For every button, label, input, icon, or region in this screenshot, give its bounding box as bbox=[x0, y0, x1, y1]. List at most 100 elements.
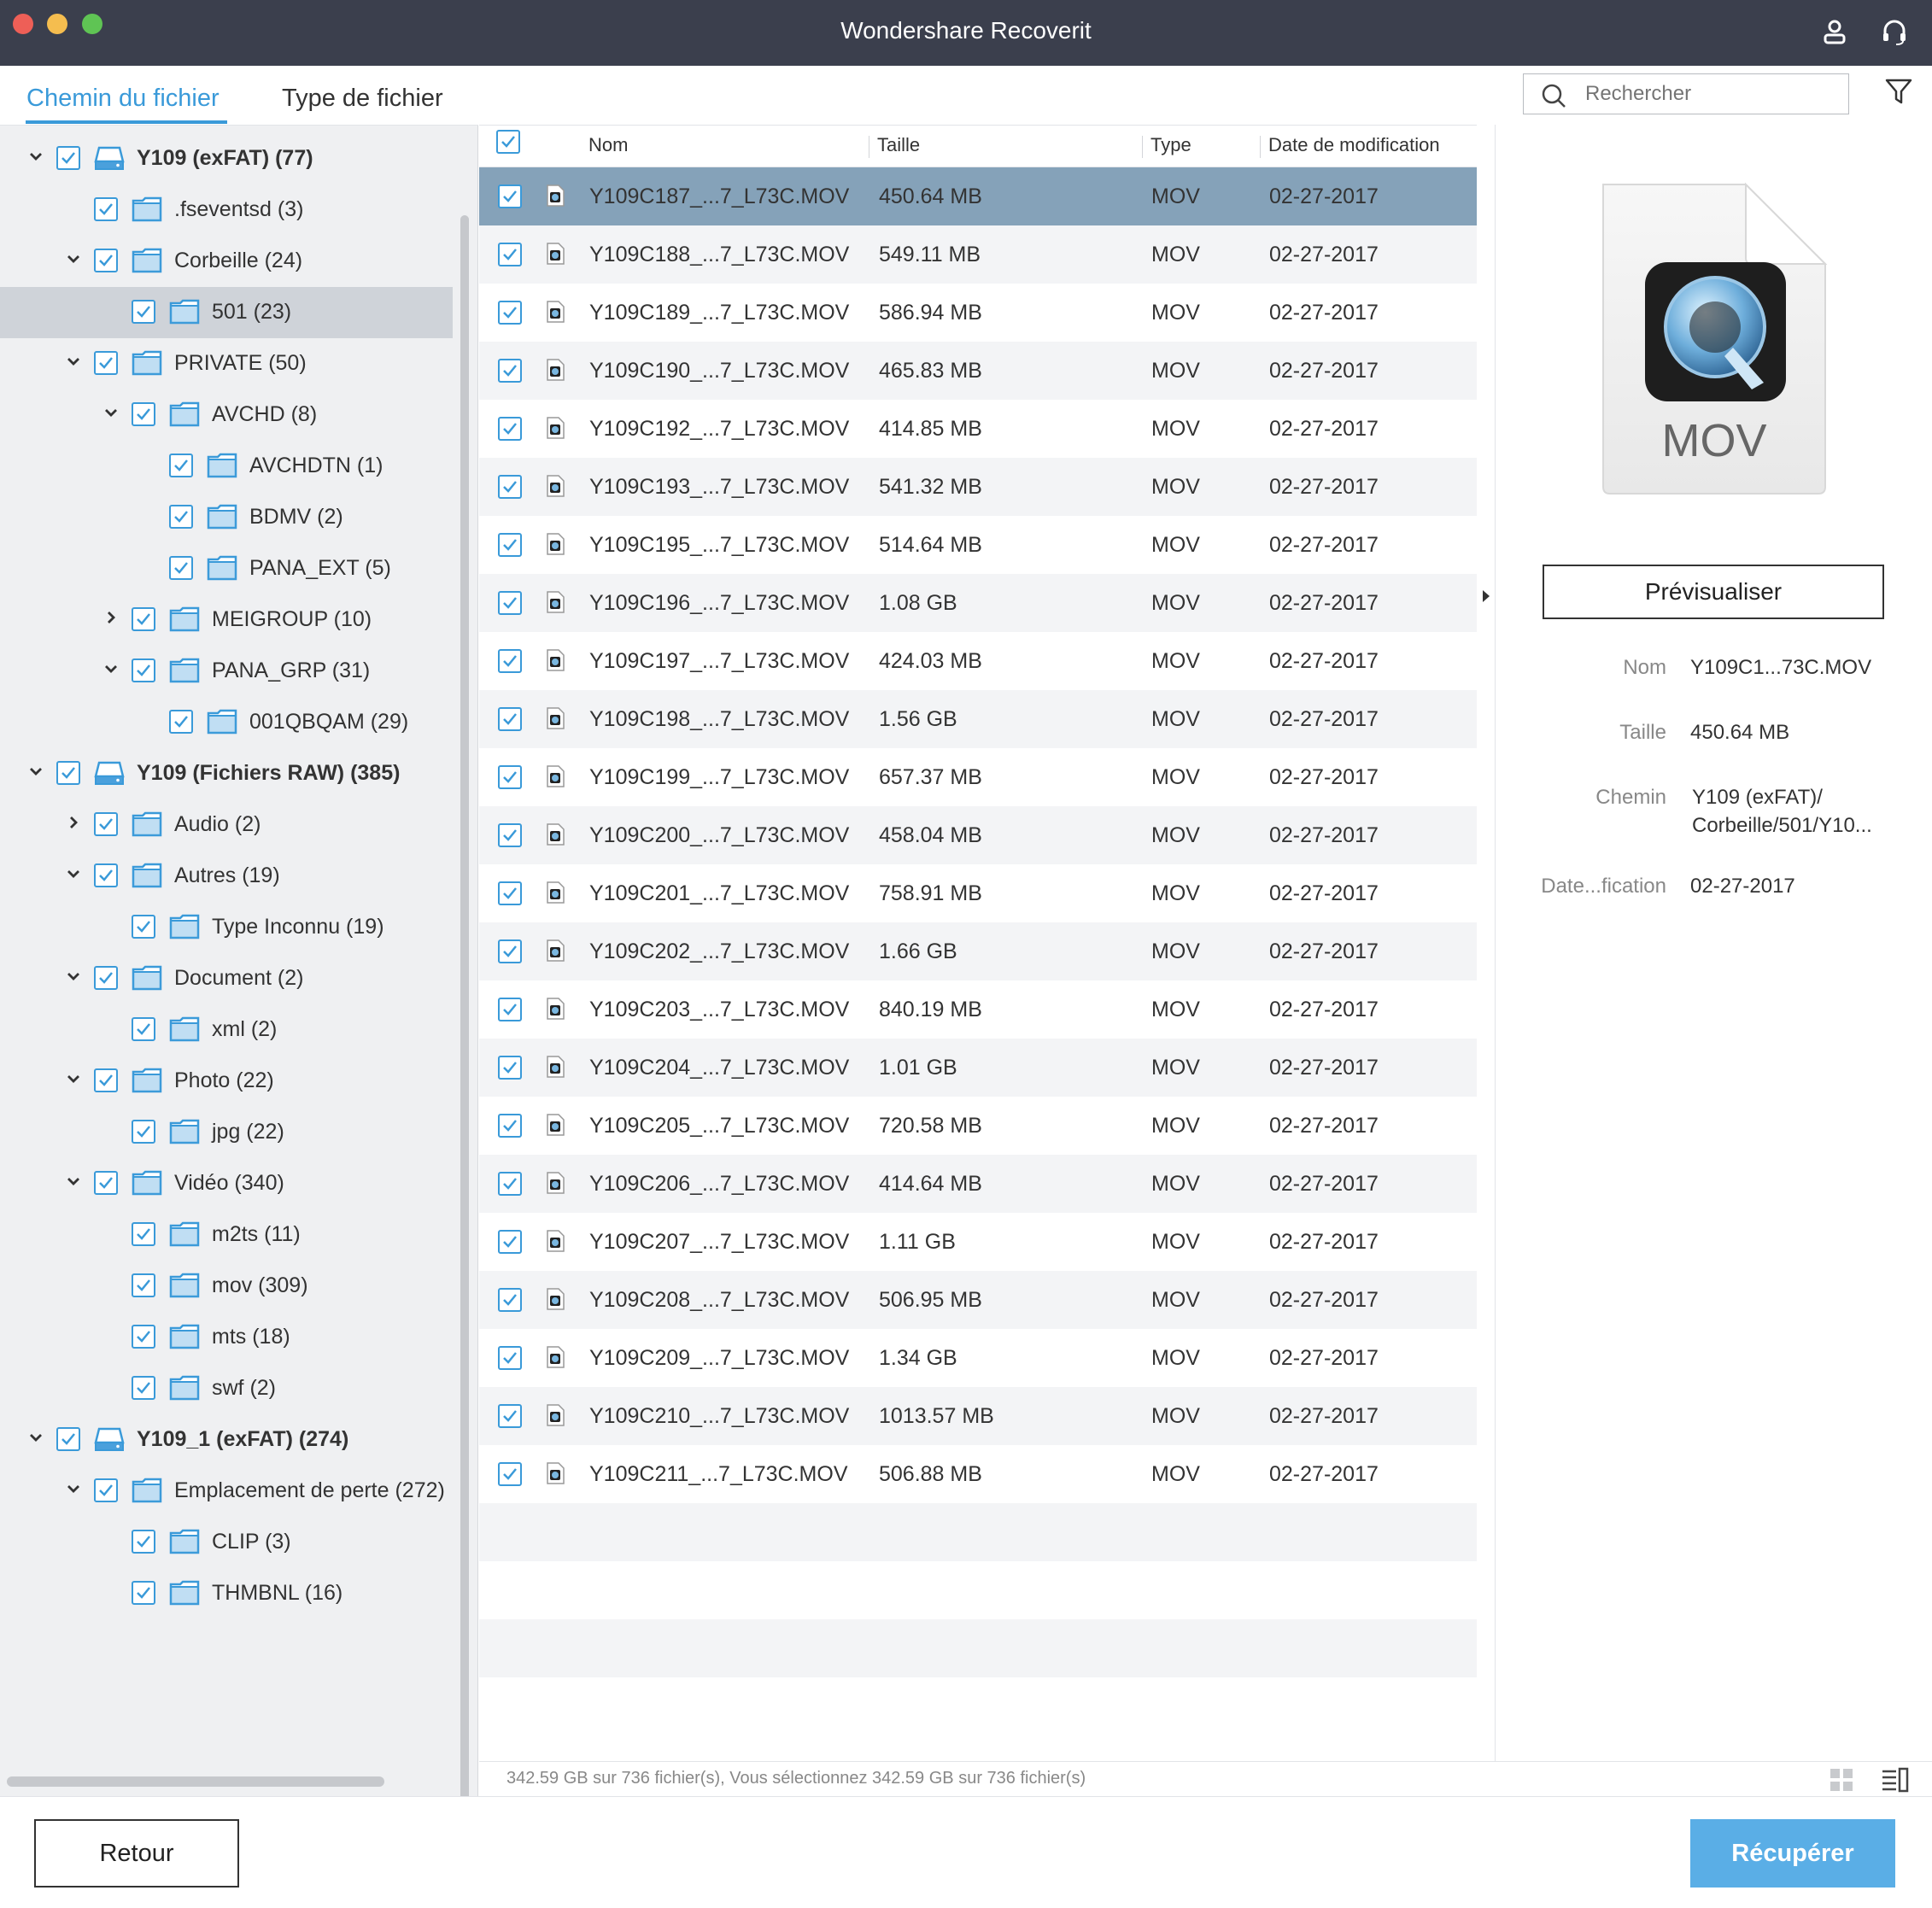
select-all-checkbox[interactable] bbox=[496, 130, 520, 154]
row-checkbox[interactable] bbox=[498, 591, 522, 615]
tree-checkbox[interactable] bbox=[94, 249, 118, 272]
user-icon[interactable] bbox=[1819, 17, 1850, 48]
column-header-size[interactable]: Taille bbox=[877, 134, 920, 156]
tree-row[interactable]: 001QBQAM (29) bbox=[0, 697, 453, 748]
list-view-icon[interactable] bbox=[1881, 1767, 1910, 1793]
row-checkbox[interactable] bbox=[498, 998, 522, 1021]
row-checkbox[interactable] bbox=[498, 1056, 522, 1080]
tree-checkbox[interactable] bbox=[169, 710, 193, 734]
table-row[interactable]: Y109C210_...7_L73C.MOV 1013.57 MB MOV 02-27… bbox=[479, 1387, 1477, 1445]
chevron-down-icon[interactable] bbox=[102, 403, 120, 422]
tree-row[interactable]: mov (309) bbox=[0, 1261, 453, 1312]
row-checkbox[interactable] bbox=[498, 707, 522, 731]
row-checkbox[interactable] bbox=[498, 823, 522, 847]
column-separator[interactable] bbox=[1260, 136, 1261, 158]
tree-checkbox[interactable] bbox=[132, 1530, 155, 1554]
row-checkbox[interactable] bbox=[498, 475, 522, 499]
table-row[interactable]: Y109C205_...7_L73C.MOV 720.58 MB MOV 02-27-… bbox=[479, 1097, 1477, 1155]
tree-checkbox[interactable] bbox=[56, 1427, 80, 1451]
tree-row[interactable]: CLIP (3) bbox=[0, 1517, 453, 1568]
row-checkbox[interactable] bbox=[498, 1288, 522, 1312]
tree-row[interactable]: PANA_GRP (31) bbox=[0, 646, 453, 697]
table-row[interactable]: Y109C193_...7_L73C.MOV 541.32 MB MOV 02-27-… bbox=[479, 458, 1477, 516]
tree-horizontal-scrollbar[interactable] bbox=[7, 1776, 384, 1787]
row-checkbox[interactable] bbox=[498, 1172, 522, 1196]
row-checkbox[interactable] bbox=[498, 881, 522, 905]
table-row[interactable]: Y109C198_...7_L73C.MOV 1.56 GB MOV 02-27-20… bbox=[479, 690, 1477, 748]
row-checkbox[interactable] bbox=[498, 184, 522, 208]
row-checkbox[interactable] bbox=[498, 939, 522, 963]
table-row[interactable]: Y109C201_...7_L73C.MOV 758.91 MB MOV 02-27-… bbox=[479, 864, 1477, 922]
tree-checkbox[interactable] bbox=[132, 658, 155, 682]
row-checkbox[interactable] bbox=[498, 359, 522, 383]
tree-checkbox[interactable] bbox=[169, 505, 193, 529]
tree-checkbox[interactable] bbox=[94, 197, 118, 221]
tree-row[interactable]: Document (2) bbox=[0, 953, 453, 1004]
headset-icon[interactable] bbox=[1879, 17, 1910, 48]
tree-vertical-scrollbar[interactable] bbox=[460, 215, 469, 1834]
tree-checkbox[interactable] bbox=[132, 1017, 155, 1041]
tree-row[interactable]: Corbeille (24) bbox=[0, 236, 453, 287]
filter-icon[interactable] bbox=[1884, 77, 1913, 106]
tree-row[interactable]: Y109 (Fichiers RAW) (385) bbox=[0, 748, 453, 799]
tree-checkbox[interactable] bbox=[132, 1273, 155, 1297]
row-checkbox[interactable] bbox=[498, 1462, 522, 1486]
table-row[interactable]: Y109C207_...7_L73C.MOV 1.11 GB MOV 02-27-20… bbox=[479, 1213, 1477, 1271]
search-input[interactable] bbox=[1585, 81, 1833, 107]
chevron-down-icon[interactable] bbox=[64, 249, 83, 268]
column-header-type[interactable]: Type bbox=[1150, 134, 1191, 156]
row-checkbox[interactable] bbox=[498, 649, 522, 673]
tree-row[interactable]: jpg (22) bbox=[0, 1107, 453, 1158]
tree-checkbox[interactable] bbox=[132, 1376, 155, 1400]
chevron-right-icon[interactable] bbox=[64, 813, 83, 832]
tree-row[interactable]: mts (18) bbox=[0, 1312, 453, 1363]
tree-row[interactable]: .fseventsd (3) bbox=[0, 184, 453, 236]
tab-file-type[interactable]: Type de fichier bbox=[282, 85, 443, 113]
tree-checkbox[interactable] bbox=[94, 966, 118, 990]
table-row[interactable]: Y109C192_...7_L73C.MOV 414.85 MB MOV 02-27-… bbox=[479, 400, 1477, 458]
tree-checkbox[interactable] bbox=[94, 351, 118, 375]
chevron-down-icon[interactable] bbox=[102, 659, 120, 678]
table-row[interactable]: Y109C204_...7_L73C.MOV 1.01 GB MOV 02-27-20… bbox=[479, 1039, 1477, 1097]
table-row[interactable]: Y109C209_...7_L73C.MOV 1.34 GB MOV 02-27-20… bbox=[479, 1329, 1477, 1387]
table-row[interactable]: Y109C211_...7_L73C.MOV 506.88 MB MOV 02-27-… bbox=[479, 1445, 1477, 1503]
tree-checkbox[interactable] bbox=[56, 146, 80, 170]
tree-row[interactable]: Type Inconnu (19) bbox=[0, 902, 453, 953]
table-row[interactable]: Y109C196_...7_L73C.MOV 1.08 GB MOV 02-27-20… bbox=[479, 574, 1477, 632]
chevron-down-icon[interactable] bbox=[64, 352, 83, 371]
chevron-down-icon[interactable] bbox=[64, 864, 83, 883]
tree-row[interactable]: BDMV (2) bbox=[0, 492, 453, 543]
tree-row[interactable]: PANA_EXT (5) bbox=[0, 543, 453, 594]
tree-row[interactable]: PRIVATE (50) bbox=[0, 338, 453, 389]
tree-checkbox[interactable] bbox=[132, 300, 155, 324]
chevron-down-icon[interactable] bbox=[26, 1428, 45, 1447]
column-separator[interactable] bbox=[1142, 136, 1143, 158]
table-row[interactable]: Y109C195_...7_L73C.MOV 514.64 MB MOV 02-27-… bbox=[479, 516, 1477, 574]
tree-checkbox[interactable] bbox=[94, 1171, 118, 1195]
row-checkbox[interactable] bbox=[498, 1404, 522, 1428]
recover-button[interactable]: Récupérer bbox=[1690, 1819, 1895, 1888]
row-checkbox[interactable] bbox=[498, 417, 522, 441]
table-row[interactable]: Y109C189_...7_L73C.MOV 586.94 MB MOV 02-27-… bbox=[479, 284, 1477, 342]
table-row[interactable]: Y109C202_...7_L73C.MOV 1.66 GB MOV 02-27-20… bbox=[479, 922, 1477, 980]
tree-row[interactable]: swf (2) bbox=[0, 1363, 453, 1414]
tab-file-path[interactable]: Chemin du fichier bbox=[26, 85, 220, 113]
chevron-down-icon[interactable] bbox=[26, 147, 45, 166]
chevron-down-icon[interactable] bbox=[64, 967, 83, 986]
row-checkbox[interactable] bbox=[498, 301, 522, 325]
column-header-date[interactable]: Date de modification bbox=[1268, 134, 1440, 156]
tree-row[interactable]: Y109 (exFAT) (77) bbox=[0, 133, 453, 184]
collapse-preview-arrow-icon[interactable] bbox=[1480, 588, 1492, 605]
column-header-name[interactable]: Nom bbox=[588, 134, 628, 156]
table-row[interactable]: Y109C199_...7_L73C.MOV 657.37 MB MOV 02-27-… bbox=[479, 748, 1477, 806]
tree-checkbox[interactable] bbox=[132, 915, 155, 939]
preview-button[interactable]: Prévisualiser bbox=[1543, 565, 1884, 619]
search-box[interactable] bbox=[1523, 73, 1849, 114]
row-checkbox[interactable] bbox=[498, 1114, 522, 1138]
row-checkbox[interactable] bbox=[498, 533, 522, 557]
tree-row[interactable]: Autres (19) bbox=[0, 851, 453, 902]
tree-row[interactable]: 501 (23) bbox=[0, 287, 453, 338]
tree-row[interactable]: Audio (2) bbox=[0, 799, 453, 851]
row-checkbox[interactable] bbox=[498, 765, 522, 789]
back-button[interactable]: Retour bbox=[34, 1819, 239, 1888]
